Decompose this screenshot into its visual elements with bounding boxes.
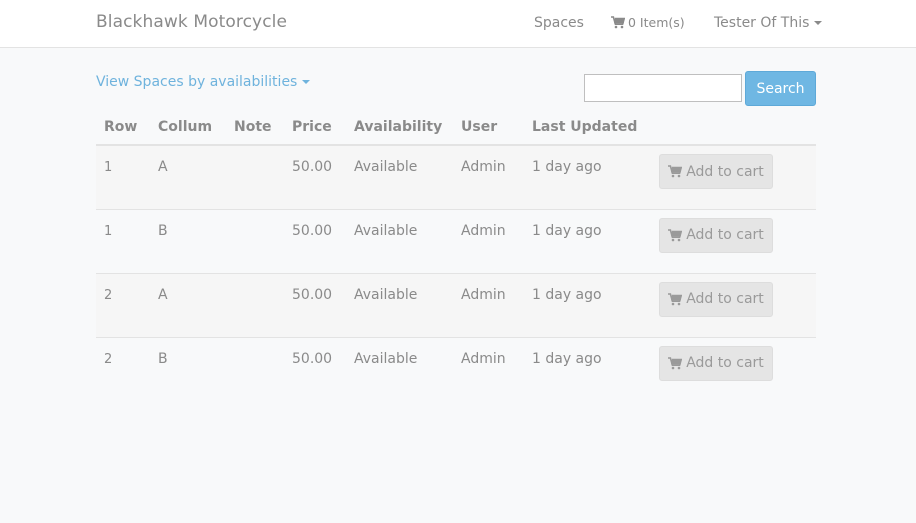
header-availability: Availability bbox=[346, 110, 453, 146]
cart-count-label: 0 Item(s) bbox=[628, 15, 685, 30]
cell-collum: A bbox=[150, 145, 226, 210]
table-header-row: Row Collum Note Price Availability User … bbox=[96, 110, 816, 146]
cell-row: 2 bbox=[96, 273, 150, 338]
cell-row: 1 bbox=[96, 209, 150, 274]
table-row: 2 A 50.00 Available Admin 1 day ago Add … bbox=[96, 273, 816, 338]
table-row: 2 B 50.00 Available Admin 1 day ago Add … bbox=[96, 337, 816, 401]
header-action bbox=[659, 110, 816, 146]
add-to-cart-label: Add to cart bbox=[686, 355, 764, 371]
header-last-updated: Last Updated bbox=[524, 110, 659, 146]
top-navbar: Blackhawk Motorcycle Spaces 0 Item(s) Te… bbox=[0, 0, 916, 48]
shopping-cart-icon bbox=[611, 16, 626, 29]
header-price: Price bbox=[284, 110, 346, 146]
filter-label: View Spaces by availabilities bbox=[96, 74, 298, 90]
cell-collum: B bbox=[158, 350, 168, 367]
shopping-cart-icon bbox=[668, 165, 683, 178]
brand-logo-text[interactable]: Blackhawk Motorcycle bbox=[96, 12, 287, 32]
header-user: User bbox=[453, 110, 524, 146]
cell-collum: B bbox=[150, 209, 226, 274]
table-row: 1 A 50.00 Available Admin 1 day ago Add … bbox=[96, 145, 816, 210]
shopping-cart-icon bbox=[668, 292, 683, 305]
shopping-cart-icon bbox=[668, 228, 683, 241]
nav-cart-link[interactable]: 0 Item(s) bbox=[611, 15, 685, 31]
cell-user: Admin bbox=[453, 273, 524, 338]
cell-availability: Available bbox=[346, 209, 453, 274]
add-to-cart-button[interactable]: Add to cart bbox=[659, 281, 773, 317]
spaces-table-container: Row Collum Note Price Availability User … bbox=[96, 110, 816, 401]
add-to-cart-label: Add to cart bbox=[686, 163, 764, 180]
cell-availability: Available bbox=[354, 350, 418, 367]
cell-action: Add to cart bbox=[659, 337, 816, 401]
add-to-cart-label: Add to cart bbox=[686, 227, 764, 243]
cell-note bbox=[226, 145, 284, 210]
add-to-cart-label: Add to cart bbox=[686, 291, 764, 307]
spaces-table: Row Collum Note Price Availability User … bbox=[96, 110, 816, 401]
cell-availability: Available bbox=[346, 145, 453, 210]
cell-action: Add to cart bbox=[659, 273, 816, 338]
table-row: 1 B 50.00 Available Admin 1 day ago Add … bbox=[96, 209, 816, 274]
cell-user: Admin bbox=[461, 350, 506, 367]
availability-filter-dropdown[interactable]: View Spaces by availabilities bbox=[96, 74, 311, 90]
search-button[interactable]: Search bbox=[745, 71, 816, 106]
user-menu-dropdown[interactable]: Tester Of This bbox=[714, 15, 823, 31]
shopping-cart-icon bbox=[668, 356, 683, 369]
add-to-cart-button[interactable]: Add to cart bbox=[659, 345, 773, 381]
cell-price: 50.00 bbox=[284, 145, 346, 210]
cell-row: 2 bbox=[104, 351, 113, 367]
add-to-cart-button[interactable]: Add to cart bbox=[659, 154, 773, 189]
cell-collum: A bbox=[150, 273, 226, 338]
user-name-label: Tester Of This bbox=[714, 15, 810, 31]
cell-price: 50.00 bbox=[284, 209, 346, 274]
add-to-cart-button[interactable]: Add to cart bbox=[659, 217, 773, 253]
header-note: Note bbox=[226, 110, 284, 146]
cell-user: Admin bbox=[453, 209, 524, 274]
cell-action: Add to cart bbox=[659, 145, 816, 210]
cell-price: 50.00 bbox=[292, 350, 333, 367]
cell-action: Add to cart bbox=[659, 209, 816, 274]
caret-down-icon bbox=[302, 80, 311, 84]
cell-last-updated: 1 day ago bbox=[524, 273, 659, 338]
cell-note bbox=[226, 209, 284, 274]
cell-last-updated: 1 day ago bbox=[524, 145, 659, 210]
cell-availability: Available bbox=[346, 273, 453, 338]
cell-last-updated: 1 day ago bbox=[532, 350, 602, 367]
cell-note bbox=[226, 337, 284, 401]
cell-last-updated: 1 day ago bbox=[524, 209, 659, 274]
cell-price: 50.00 bbox=[284, 273, 346, 338]
header-collum: Collum bbox=[150, 110, 226, 146]
cell-user: Admin bbox=[453, 145, 524, 210]
caret-down-icon bbox=[814, 21, 823, 25]
header-row: Row bbox=[96, 110, 150, 146]
cell-row: 1 bbox=[96, 145, 150, 210]
search-input[interactable] bbox=[584, 74, 742, 102]
nav-spaces-link[interactable]: Spaces bbox=[534, 15, 584, 31]
cell-note bbox=[226, 273, 284, 338]
